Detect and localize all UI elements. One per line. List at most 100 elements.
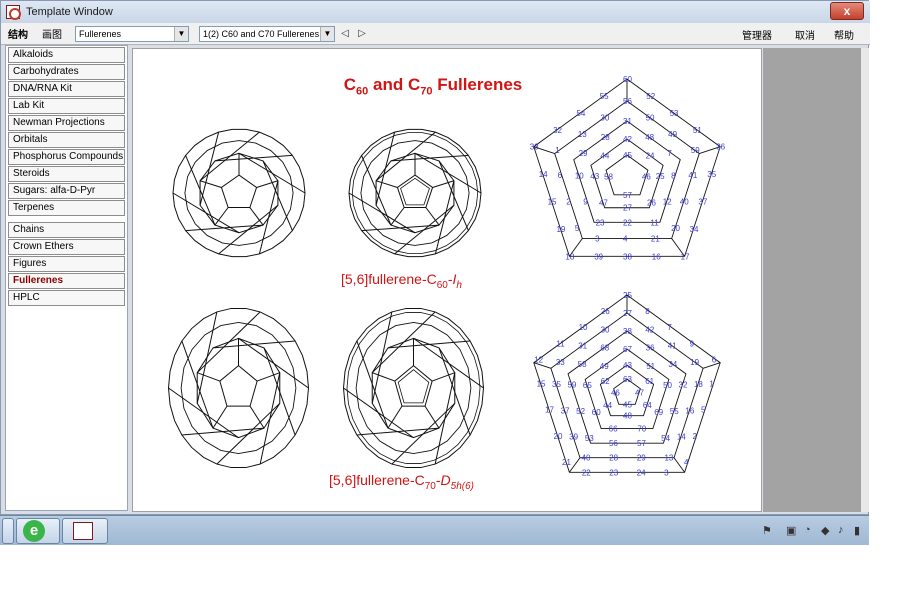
atom-number-label: 51: [693, 126, 702, 135]
sidebar-item-hplc[interactable]: HPLC: [8, 290, 125, 306]
atom-number-label: 59: [691, 146, 700, 155]
atom-number-label: 35: [552, 380, 561, 389]
atom-number-label: 2: [692, 432, 697, 441]
taskbar-ie-button[interactable]: e: [16, 518, 60, 544]
sidebar-item-terpenes[interactable]: Terpenes: [8, 200, 125, 216]
window-title: Template Window: [26, 6, 113, 18]
cage-pentagon: [219, 364, 258, 407]
cage-bond: [434, 180, 455, 254]
sidebar-item-sugars[interactable]: Sugars: alfa-D-Pyr: [8, 183, 125, 199]
category-select[interactable]: Fullerenes ▼: [75, 25, 189, 42]
sidebar-item-crown-ethers[interactable]: Crown Ethers: [8, 239, 125, 255]
atom-number-label: 30: [601, 325, 610, 334]
sidebar-item-dna-rna-kit[interactable]: DNA/RNA Kit: [8, 81, 125, 97]
atom-number-label: 51: [646, 362, 655, 371]
atom-number-label: 3: [664, 468, 669, 477]
atom-number-label: 10: [579, 323, 588, 332]
atom-number-label: 54: [576, 109, 585, 118]
atom-number-label: 56: [623, 97, 632, 106]
atom-number-label: 49: [668, 130, 677, 139]
atom-number-label: 43: [590, 172, 599, 181]
c70-ball-front-view[interactable]: [166, 307, 311, 469]
sidebar-item-phosphorus-compounds[interactable]: Phosphorus Compounds: [8, 149, 125, 165]
wifi-icon[interactable]: ◔: [804, 524, 811, 538]
atom-number-label: 68: [600, 343, 609, 352]
sidebar-item-carbohydrates[interactable]: Carbohydrates: [8, 64, 125, 80]
atom-number-label: 18: [694, 380, 703, 389]
canvas-backdrop: [763, 48, 861, 512]
sidebar-item-chains[interactable]: Chains: [8, 222, 125, 238]
atom-number-label: 38: [623, 327, 632, 336]
atom-number-label: 55: [600, 92, 609, 101]
shield-icon[interactable]: ◆: [821, 524, 829, 538]
template-window: Template Window x 结构 画图 Fullerenes ▼ 1(2…: [0, 0, 870, 515]
network-icon[interactable]: ▣: [786, 524, 796, 538]
help-button[interactable]: 帮助: [834, 27, 854, 42]
sidebar-item-lab-kit[interactable]: Lab Kit: [8, 98, 125, 114]
c70-ball-bond-view[interactable]: [341, 307, 486, 469]
manager-button[interactable]: 管理器: [742, 27, 772, 42]
ie-icon: e: [23, 520, 45, 542]
start-button[interactable]: [2, 518, 14, 544]
cage-bond: [256, 180, 279, 188]
atom-number-label: 50: [646, 113, 655, 122]
back-arrow-icon[interactable]: ◁: [338, 28, 352, 39]
atom-number-label: 53: [670, 109, 679, 118]
close-button[interactable]: x: [830, 2, 864, 20]
atom-number-label: 50: [663, 381, 672, 390]
schlegel-bond: [569, 457, 581, 473]
battery-icon[interactable]: ▮: [854, 524, 860, 538]
atom-number-label: 26: [601, 307, 610, 316]
canvas-title: C60 and C70 Fullerenes: [343, 75, 523, 98]
cancel-button[interactable]: 取消: [795, 27, 815, 42]
vertical-scrollbar[interactable]: [861, 48, 869, 512]
c60-ball-front-view[interactable]: [171, 125, 307, 261]
category-select-value: Fullerenes: [79, 28, 122, 39]
atom-number-label: 60: [623, 75, 632, 84]
speaker-icon[interactable]: ♪: [838, 524, 844, 538]
atom-number-label: 63: [623, 375, 632, 384]
atom-number-label: 19: [690, 358, 699, 367]
sidebar-item-steroids[interactable]: Steroids: [8, 166, 125, 182]
atom-number-label: 39: [594, 252, 603, 261]
sidebar-item-orbitals[interactable]: Orbitals: [8, 132, 125, 148]
c60-ball-bond-view[interactable]: [347, 125, 483, 261]
atom-number-label: 67: [623, 345, 632, 354]
atom-number-label: 57: [623, 191, 632, 200]
template-canvas[interactable]: C60 and C70 Fullerenes [5,6]fullerene-C6…: [132, 48, 762, 512]
atom-number-label: 58: [604, 172, 613, 181]
atom-number-label: 65: [583, 381, 592, 390]
cage-bond: [375, 180, 398, 188]
cage-bond: [432, 180, 455, 188]
tab-structure[interactable]: 结构: [1, 26, 35, 41]
template-select[interactable]: 1(2) C60 and C70 Fullerenes ▼: [199, 25, 335, 42]
atom-number-label: 36: [716, 143, 725, 152]
atom-number-label: 17: [681, 252, 690, 261]
forward-arrow-icon[interactable]: ▷: [355, 28, 369, 39]
atom-number-label: 37: [698, 198, 707, 207]
atom-number-label: 8: [671, 171, 676, 180]
sidebar-item-newman-projections[interactable]: Newman Projections: [8, 115, 125, 131]
atom-number-label: 1: [709, 380, 714, 389]
taskbar-app-button[interactable]: [62, 518, 108, 544]
template-select-value: 1(2) C60 and C70 Fullerenes: [203, 28, 320, 39]
flag-icon[interactable]: ⚑: [762, 524, 772, 538]
tab-draw[interactable]: 画图: [35, 26, 69, 41]
sidebar-item-fullerenes[interactable]: Fullerenes: [8, 273, 125, 289]
atom-number-label: 66: [609, 425, 618, 434]
c60-schlegel-diagram[interactable]: 6052535136353734171638391819151433325455…: [521, 73, 733, 273]
atom-number-label: 4: [684, 458, 689, 467]
cage-pentagon: [220, 174, 258, 208]
toolbar: 结构 画图 Fullerenes ▼ 1(2) C60 and C70 Full…: [1, 23, 870, 45]
atom-number-label: 40: [582, 454, 591, 463]
c70-schlegel-diagram[interactable]: 258796152432423222120171512111026 2742411…: [521, 289, 733, 489]
atom-number-label: 27: [623, 204, 632, 213]
sidebar-item-figures[interactable]: Figures: [8, 256, 125, 272]
atom-number-label: 47: [599, 198, 608, 207]
atom-number-label: 53: [585, 434, 594, 443]
atom-number-label: 33: [556, 358, 565, 367]
atom-number-label: 70: [637, 425, 646, 434]
atom-number-label: 11: [556, 339, 565, 348]
sidebar-item-alkaloids[interactable]: Alkaloids: [8, 47, 125, 63]
title-bar[interactable]: Template Window x: [1, 1, 870, 23]
